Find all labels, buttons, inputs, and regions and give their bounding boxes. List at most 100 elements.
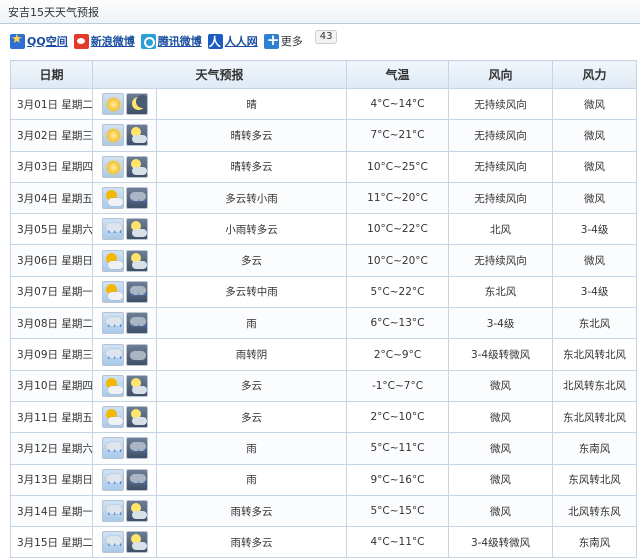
table-row: 3月05日 星期六 小雨转多云10°C~22°C北风3-4级 <box>10 213 638 246</box>
date-cell: 3月04日 星期五 <box>10 181 93 215</box>
moon-icon <box>125 93 148 116</box>
wind-force-cell: 东风转北风 <box>552 463 638 496</box>
wind-dir-cell: 3-4级转微风 <box>448 526 554 559</box>
date-cell: 3月08日 星期二 <box>10 307 93 340</box>
rain-icon <box>125 312 148 335</box>
weather-icons-cell <box>92 181 157 215</box>
table-row: 3月04日 星期五 多云转小雨11°C~20°C无持续风向微风 <box>10 181 638 215</box>
wind-force-cell: 微风 <box>552 119 638 152</box>
weather-cell: 晴转多云 <box>155 119 348 152</box>
weather-cell: 雨 <box>155 307 348 340</box>
weather-icons-cell <box>92 400 157 434</box>
tencent-weibo-icon <box>140 33 156 49</box>
date-cell: 3月06日 星期日 <box>10 244 93 277</box>
wind-dir-cell: 东北风 <box>448 275 554 309</box>
table-row: 3月08日 星期二 雨6°C~13°C3-4级东北风 <box>10 307 638 340</box>
weather-icons-cell <box>92 275 157 309</box>
weather-cell: 多云 <box>155 369 348 402</box>
moon-cloud-icon <box>125 155 148 178</box>
temp-cell: 2°C~10°C <box>346 400 450 434</box>
wind-dir-cell: 微风 <box>448 400 554 434</box>
date-cell: 3月09日 星期三 <box>10 338 93 371</box>
rain-icon <box>125 468 148 491</box>
sun-icon <box>101 124 124 147</box>
share-more-label: 更多 <box>280 35 303 48</box>
partly-cloudy-icon <box>101 187 124 210</box>
date-cell: 3月12日 星期六 <box>10 432 93 465</box>
wind-dir-cell: 无持续风向 <box>448 150 554 183</box>
wind-dir-cell: 无持续风向 <box>448 244 554 277</box>
temp-cell: 10°C~20°C <box>346 244 450 277</box>
weather-icons-cell <box>92 119 157 152</box>
temp-cell: 10°C~22°C <box>346 213 450 246</box>
temp-cell: 7°C~21°C <box>346 119 450 152</box>
weather-icons-cell <box>92 338 157 371</box>
rain-icon <box>101 218 124 241</box>
temp-cell: 2°C~9°C <box>346 338 450 371</box>
share-more-button[interactable]: 更多 <box>263 31 303 49</box>
moon-cloud-icon <box>125 374 148 397</box>
weather-cell: 雨转阴 <box>155 338 348 371</box>
weather-cell: 多云转小雨 <box>155 181 348 215</box>
share-qzone-button[interactable]: QQ空间 <box>10 32 68 49</box>
wind-force-cell: 微风 <box>552 181 638 215</box>
moon-cloud-icon <box>125 406 148 429</box>
rain-icon <box>101 500 124 522</box>
weather-icons-cell <box>92 463 157 496</box>
temp-cell: 5°C~22°C <box>346 275 450 309</box>
weather-icons-cell <box>92 307 157 340</box>
rain-icon <box>125 187 148 210</box>
table-row: 3月09日 星期三 雨转阴2°C~9°C3-4级转微风东北风转北风 <box>10 338 638 371</box>
wind-force-cell: 北风转东北风 <box>552 369 638 402</box>
weather-icons-cell <box>92 87 157 121</box>
temp-cell: 9°C~16°C <box>346 463 450 496</box>
rain-icon <box>101 312 124 335</box>
share-weibo-label: 新浪微博 <box>90 35 135 48</box>
share-tencent-weibo-label: 腾讯微博 <box>157 35 202 48</box>
partly-cloudy-icon <box>101 374 124 397</box>
share-count-badge: 43 <box>314 30 338 44</box>
temp-cell: 11°C~20°C <box>346 181 450 215</box>
weather-cell: 雨转多云 <box>155 526 348 559</box>
moon-cloud-icon <box>125 249 148 272</box>
wind-force-cell: 3-4级 <box>552 275 638 309</box>
table-row: 3月02日 星期三 晴转多云 7°C~21°C 无持续风向 微风 <box>10 119 638 152</box>
header-wind-force: 风力 <box>552 60 638 89</box>
header-date: 日期 <box>10 60 93 89</box>
weather-cell: 多云 <box>155 244 348 277</box>
date-cell: 3月07日 星期一 <box>10 275 93 309</box>
share-renren-button[interactable]: 人人网 <box>207 33 258 50</box>
date-cell: 3月03日 星期四 <box>10 150 93 183</box>
rain-icon <box>101 468 124 491</box>
rain-icon <box>101 437 124 460</box>
weather-icons-cell <box>92 432 157 465</box>
moon-cloud-icon <box>125 500 148 522</box>
weather-icons-cell <box>92 213 157 246</box>
header-forecast: 天气预报 <box>91 60 348 89</box>
wind-force-cell: 微风 <box>552 244 638 277</box>
wind-force-cell: 东北风转北风 <box>552 400 638 434</box>
temp-cell: -1°C~7°C <box>346 369 450 402</box>
wind-dir-cell: 微风 <box>448 494 554 528</box>
share-renren-label: 人人网 <box>224 35 258 48</box>
rain-icon <box>101 531 124 554</box>
moon-cloud-icon <box>125 124 148 147</box>
table-row: 3月15日 星期二 雨转多云4°C~11°C3-4级转微风东南风 <box>10 526 638 559</box>
date-cell: 3月14日 星期一 <box>10 494 93 528</box>
table-row: 3月07日 星期一 多云转中雨5°C~22°C东北风3-4级 <box>10 275 638 309</box>
weibo-icon <box>73 33 89 49</box>
sun-icon <box>101 155 124 178</box>
table-row: 3月03日 星期四 晴转多云 10°C~25°C 无持续风向 微风 <box>10 150 638 183</box>
share-tencent-weibo-button[interactable]: 腾讯微博 <box>140 33 202 49</box>
wind-force-cell: 东北风 <box>552 307 638 340</box>
temp-cell: 4°C~14°C <box>346 87 450 121</box>
wind-force-cell: 东南风 <box>552 526 638 559</box>
table-row: 3月11日 星期五 多云 2°C~10°C 微风 东北风转北风 <box>10 400 638 434</box>
date-cell: 3月02日 星期三 <box>10 119 93 152</box>
weather-icons-cell <box>92 369 157 402</box>
partly-cloudy-icon <box>101 280 124 303</box>
wind-dir-cell: 3-4级 <box>448 307 554 340</box>
share-weibo-button[interactable]: 新浪微博 <box>73 33 135 49</box>
wind-force-cell: 微风 <box>552 150 638 183</box>
wind-force-cell: 北风转东风 <box>552 494 638 528</box>
